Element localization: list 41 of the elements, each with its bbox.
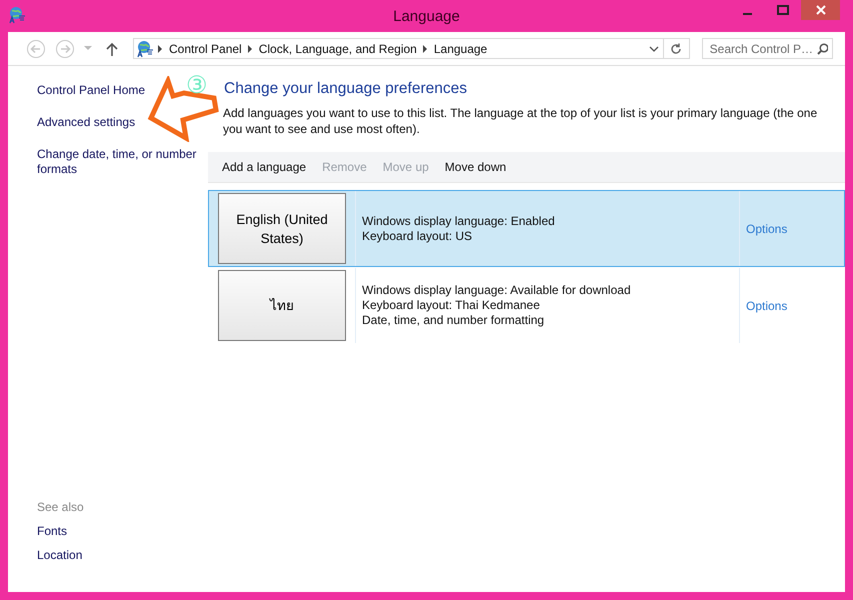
language-detail: Windows display language: Available for download (362, 283, 632, 298)
minimize-icon (742, 13, 752, 15)
maximize-icon (777, 5, 789, 15)
options-link[interactable]: Options (746, 298, 788, 312)
search-icon (817, 42, 828, 54)
search-field[interactable]: Search Control P… (702, 38, 833, 59)
chevron-down-icon[interactable] (649, 46, 660, 52)
description: Add languages you want to use to this list. The language at the top of your list is your primary language (the one you want to see and use most often). (223, 105, 818, 137)
breadcrumb[interactable]: Language (434, 42, 488, 56)
language-icon (8, 6, 26, 24)
language-button[interactable]: English (United States) (218, 193, 346, 264)
section-heading: See also (37, 500, 85, 514)
sidebar-link[interactable]: Fonts (37, 524, 200, 538)
refresh-icon (670, 42, 682, 54)
chevron-right-icon (422, 44, 428, 52)
address-bar[interactable]: Control Panel Clock, Language, and Region Language (133, 38, 664, 59)
window-title: Language (393, 8, 460, 24)
refresh-button[interactable] (664, 38, 690, 59)
toolbar-button[interactable]: Move down (444, 160, 506, 174)
language-detail: Windows display language: Enabled (362, 214, 556, 228)
page-heading: Change your language preferences (224, 80, 468, 98)
chevron-right-icon (158, 44, 163, 52)
language-button[interactable]: ไทย (218, 270, 346, 341)
language-detail: Date, time, and number formatting (362, 313, 546, 328)
toolbar-button[interactable]: Add a language (222, 160, 306, 174)
step-number: ③ (186, 73, 208, 99)
language-row[interactable]: ไทย Windows display language: Available for download Keyboard layout: Thai Kedmanee Date, time, and number formatting Options (208, 267, 845, 344)
up-arrow-icon[interactable] (106, 42, 118, 56)
breadcrumb[interactable]: Control Panel (169, 42, 242, 56)
arrow-annotation (148, 76, 219, 142)
language-detail: Keyboard layout: Thai Kedmanee (362, 298, 541, 313)
close-icon (816, 5, 826, 15)
sidebar-link[interactable]: Advanced settings (37, 115, 200, 130)
sidebar-link[interactable]: Location (37, 548, 200, 562)
language-detail: Keyboard layout: US (362, 228, 474, 244)
language-icon (136, 40, 154, 58)
breadcrumb[interactable]: Clock, Language, and Region (258, 42, 417, 56)
chevron-right-icon (248, 44, 253, 52)
close-button[interactable] (801, 0, 840, 20)
sidebar-link[interactable]: Change date, time, or number formats (37, 147, 200, 177)
language-row[interactable]: English (United States) Windows display language: Enabled Keyboard layout: US Options (208, 190, 845, 267)
